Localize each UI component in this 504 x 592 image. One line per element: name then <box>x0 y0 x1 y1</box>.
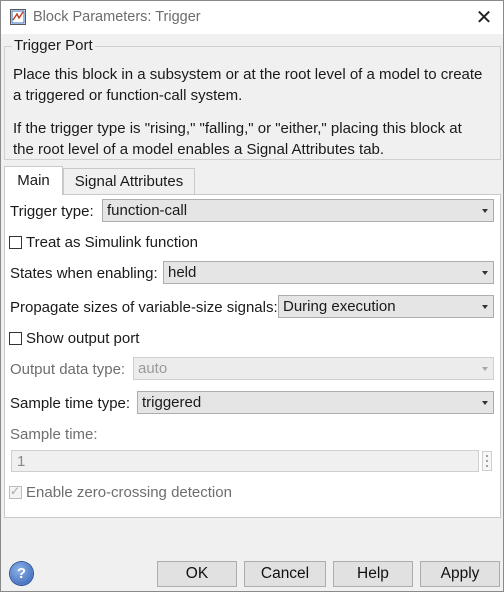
cancel-button[interactable]: Cancel <box>244 561 326 587</box>
ok-button[interactable]: OK <box>157 561 237 587</box>
propagate-sizes-value: During execution <box>283 298 396 315</box>
description-line: a triggered or function-call system. <box>13 87 243 104</box>
description-line: Place this block in a subsystem or at th… <box>13 66 483 83</box>
tab-main[interactable]: Main <box>4 166 63 195</box>
sample-time-field: 1 <box>11 450 479 472</box>
help-button[interactable]: Help <box>333 561 413 587</box>
question-mark-icon[interactable]: ? <box>10 562 33 585</box>
chevron-down-icon <box>482 305 488 309</box>
propagate-sizes-dropdown[interactable]: During execution <box>278 295 494 318</box>
states-when-enabling-dropdown[interactable]: held <box>163 261 494 284</box>
chevron-down-icon <box>482 209 488 213</box>
group-title: Trigger Port <box>12 37 95 54</box>
apply-button[interactable]: Apply <box>420 561 500 587</box>
sample-time-label: Sample time: <box>10 426 98 443</box>
chevron-down-icon <box>482 401 488 405</box>
close-button[interactable]: ✕ <box>467 3 501 33</box>
close-icon: ✕ <box>475 7 493 29</box>
sample-time-type-dropdown[interactable]: triggered <box>137 391 494 414</box>
chevron-down-icon <box>482 271 488 275</box>
window-title: Block Parameters: Trigger <box>33 9 201 25</box>
tab-signal-attributes[interactable]: Signal Attributes <box>63 168 195 194</box>
sample-time-value: 1 <box>17 453 26 470</box>
zero-crossing-checkbox: ✓ <box>9 484 22 499</box>
zero-crossing-label: Enable zero-crossing detection <box>26 484 232 501</box>
states-when-enabling-label: States when enabling: <box>10 265 158 282</box>
chevron-down-icon <box>482 367 488 371</box>
title-bar: Block Parameters: Trigger ✕ <box>1 1 503 34</box>
description-line: the root level of a model enables a Sign… <box>13 141 385 158</box>
treat-as-simulink-function-label: Treat as Simulink function <box>26 234 199 251</box>
trigger-type-value: function-call <box>107 202 188 219</box>
dialog-window: Block Parameters: Trigger ✕ Trigger Port… <box>0 0 504 592</box>
treat-as-simulink-function-checkbox[interactable] <box>9 236 22 249</box>
sample-time-options-button <box>482 451 492 471</box>
description-line: If the trigger type is "rising," "fallin… <box>13 120 462 137</box>
checkmark-icon: ✓ <box>10 484 21 498</box>
show-output-port-label: Show output port <box>26 330 140 347</box>
output-data-type-dropdown: auto <box>133 357 494 380</box>
states-when-enabling-value: held <box>168 264 197 281</box>
propagate-sizes-label: Propagate sizes of variable-size signals… <box>10 299 278 316</box>
trigger-type-dropdown[interactable]: function-call <box>102 199 494 222</box>
sample-time-type-value: triggered <box>142 394 202 411</box>
simulink-block-icon <box>10 9 26 25</box>
output-data-type-value: auto <box>138 360 168 377</box>
trigger-type-label: Trigger type: <box>10 203 94 220</box>
sample-time-type-label: Sample time type: <box>10 395 131 412</box>
show-output-port-checkbox[interactable] <box>9 332 22 345</box>
output-data-type-label: Output data type: <box>10 361 126 378</box>
